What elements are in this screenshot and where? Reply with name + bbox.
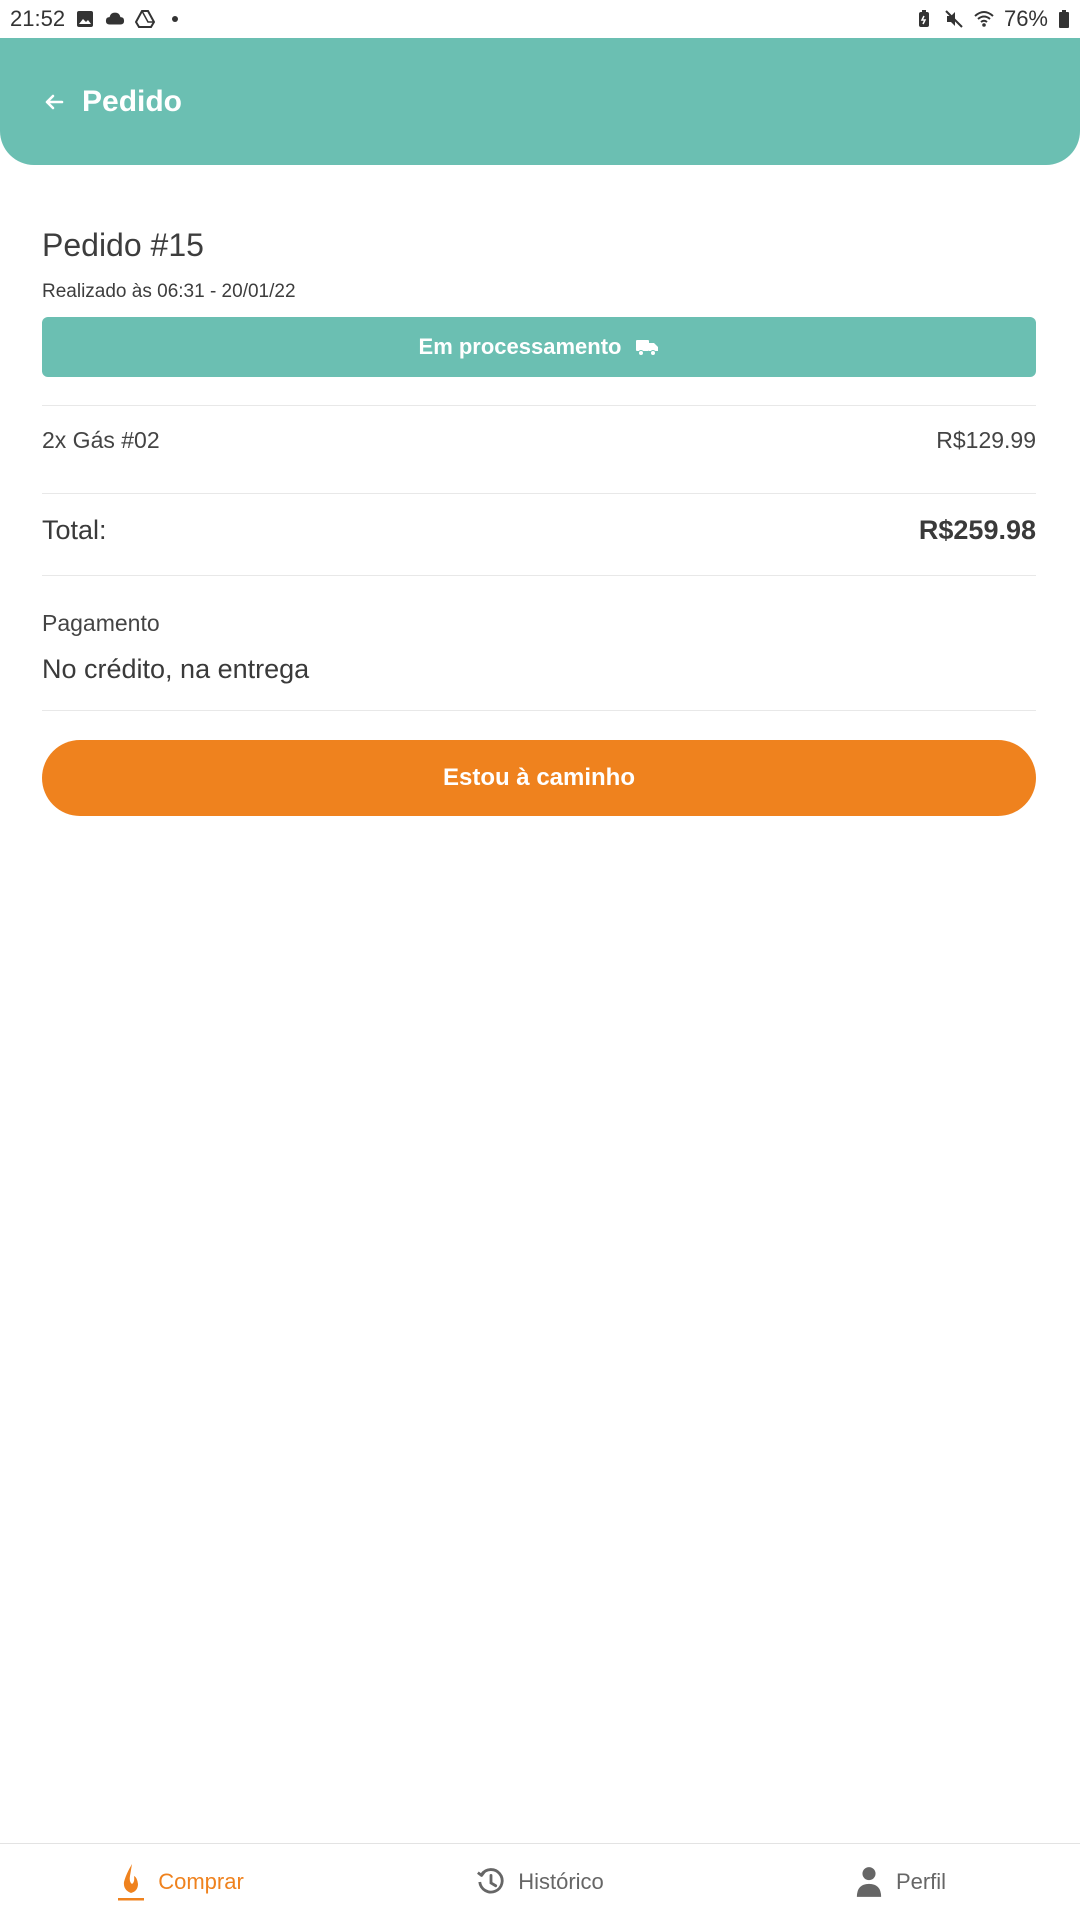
status-time: 21:52 — [10, 6, 66, 31]
order-status-label: Em processamento — [418, 334, 622, 359]
payment-label: Pagamento — [42, 610, 160, 636]
order-item-row: 2x Gás #02 R$129.99 — [42, 427, 1036, 454]
on-my-way-button[interactable]: Estou à caminho — [42, 740, 1036, 816]
status-bar-left: 21:52 — [10, 6, 185, 32]
image-icon — [77, 11, 94, 27]
order-status-badge: Em processamento — [42, 317, 1036, 377]
page-title: Pedido — [82, 84, 183, 118]
order-total-label: Total: — [42, 515, 107, 545]
dot-icon — [172, 16, 179, 22]
order-item-price: R$129.99 — [936, 427, 1036, 453]
divider — [42, 493, 1036, 494]
app-header: Pedido — [0, 38, 1080, 165]
status-bar-right: 76% — [914, 6, 1070, 32]
nav-label: Comprar — [158, 1869, 244, 1894]
history-icon — [476, 1864, 506, 1900]
drive-icon — [135, 10, 156, 28]
divider — [42, 405, 1036, 406]
battery-icon — [1059, 10, 1069, 28]
status-bar: 21:52 76% — [0, 0, 1080, 38]
order-title: Pedido #15 — [42, 227, 204, 263]
person-icon — [854, 1864, 884, 1900]
divider — [42, 710, 1036, 711]
order-total-row: Total: R$259.98 — [42, 515, 1036, 546]
nav-label: Histórico — [518, 1869, 604, 1894]
order-total-value: R$259.98 — [918, 515, 1036, 545]
battery-saver-icon — [918, 10, 929, 27]
mute-icon — [945, 10, 963, 28]
cloud-icon — [105, 12, 125, 25]
order-date: Realizado às 06:31 - 20/01/22 — [42, 281, 296, 302]
nav-item-historico[interactable]: Histórico — [360, 1844, 720, 1920]
payment-value: No crédito, na entrega — [42, 654, 310, 684]
flame-icon — [116, 1864, 146, 1901]
bottom-navigation: Comprar Histórico Perfil — [0, 1843, 1080, 1920]
divider — [42, 575, 1036, 576]
order-item-label: 2x Gás #02 — [42, 427, 160, 453]
nav-item-comprar[interactable]: Comprar — [0, 1844, 360, 1920]
truck-icon — [636, 340, 659, 356]
wifi-icon — [974, 11, 994, 27]
nav-item-perfil[interactable]: Perfil — [720, 1844, 1080, 1920]
arrow-left-icon[interactable] — [42, 89, 68, 115]
nav-label: Perfil — [895, 1869, 947, 1894]
battery-percent: 76% — [1003, 6, 1048, 31]
